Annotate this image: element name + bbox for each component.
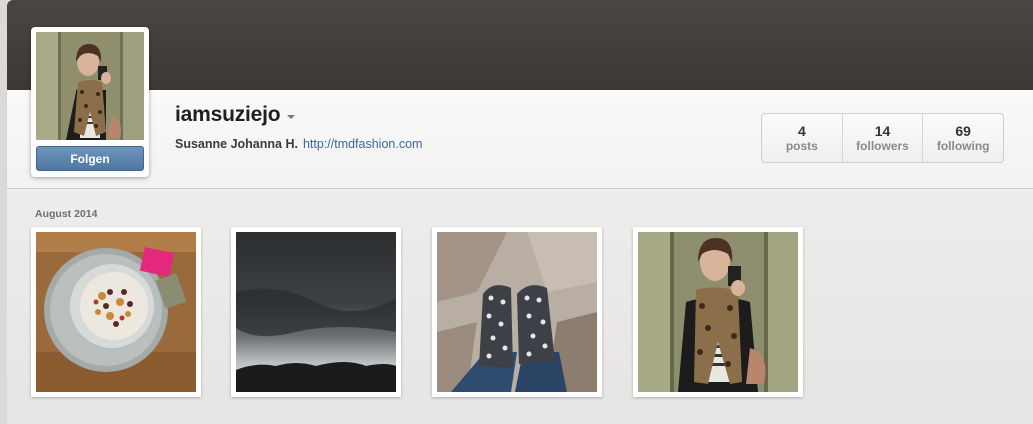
following-count: 69	[955, 122, 971, 139]
photo-image	[638, 232, 798, 392]
posts-label: posts	[785, 138, 818, 153]
website-link[interactable]: http://tmdfashion.com	[303, 137, 423, 151]
full-name: Susanne Johanna H.	[175, 137, 298, 151]
following-label: following	[936, 138, 990, 153]
photo-thumbnail-storm[interactable]	[231, 227, 401, 397]
photo-image	[236, 232, 396, 392]
posts-count: 4	[797, 122, 806, 139]
followers-count: 14	[874, 122, 891, 139]
photo-thumbnail-selfie[interactable]	[633, 227, 803, 397]
stats-box: 4 posts 14 followers 69 following	[761, 113, 1004, 163]
chevron-down-icon[interactable]	[287, 114, 296, 119]
followers-label: followers	[856, 138, 909, 153]
bio: Susanne Johanna H. http://tmdfashion.com	[175, 137, 422, 151]
photo-image	[437, 232, 597, 392]
photo-thumbnail-boots[interactable]	[432, 227, 602, 397]
follow-button[interactable]: Folgen	[36, 146, 144, 171]
page-frame	[0, 0, 7, 424]
stat-followers[interactable]: 14 followers	[841, 114, 923, 162]
stat-posts[interactable]: 4 posts	[762, 114, 842, 162]
photo-thumbnail-muesli[interactable]	[31, 227, 201, 397]
stat-following[interactable]: 69 following	[922, 114, 1003, 162]
cover-banner	[7, 0, 1033, 90]
username: iamsuziejo	[175, 103, 281, 126]
photo-image	[36, 232, 196, 392]
section-date-label: August 2014	[35, 208, 98, 220]
username-row: iamsuziejo	[175, 102, 296, 128]
avatar[interactable]	[36, 32, 144, 140]
avatar-card: Folgen	[31, 27, 149, 177]
